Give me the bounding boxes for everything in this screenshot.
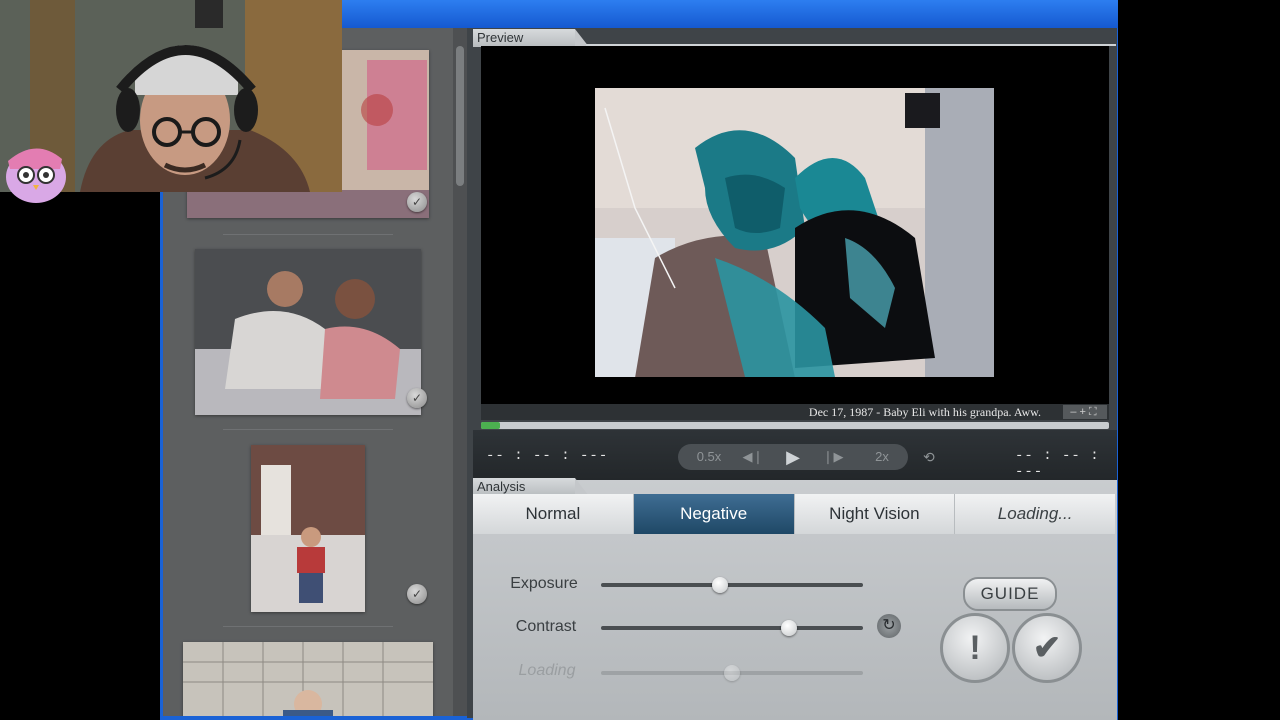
time-current: -- : -- : ---: [486, 448, 609, 464]
contrast-slider-knob[interactable]: [780, 620, 797, 636]
loading-slider-knob: [724, 665, 740, 681]
analysis-mode-tabs: Normal Negative Night Vision Loading...: [473, 494, 1115, 534]
mode-tab-loading: Loading...: [997, 504, 1073, 523]
time-total: -- : -- : ---: [1015, 448, 1100, 480]
photo-thumbnail-2[interactable]: [195, 249, 421, 415]
mode-tab-night-vision[interactable]: Night Vision: [795, 494, 956, 534]
divider: [223, 429, 393, 430]
photo-caption: Dec 17, 1987 - Baby Eli with his grandpa…: [808, 405, 1041, 419]
mode-tab-negative[interactable]: Negative: [633, 494, 795, 534]
selected-check-icon[interactable]: ✓: [407, 584, 427, 604]
exposure-slider-knob[interactable]: [711, 577, 728, 593]
scrollbar-thumb[interactable]: [456, 46, 464, 186]
loop-icon[interactable]: ⟲: [923, 444, 939, 470]
playback-controls: 0.5x ◀❘ ▶ ❘▶ 2x: [678, 444, 908, 470]
step-back-icon[interactable]: ◀❘: [740, 444, 766, 470]
exposure-slider[interactable]: [601, 577, 863, 593]
selected-check-icon[interactable]: ✓: [407, 192, 427, 212]
transport-bar: -- : -- : --- 0.5x ◀❘ ▶ ❘▶ 2x ⟲ -- : -- …: [473, 430, 1117, 480]
photo-thumbnail-3[interactable]: [251, 445, 365, 612]
photo-thumbnail-4[interactable]: [183, 642, 433, 716]
loading-slider: [601, 665, 863, 681]
caption-bar: Dec 17, 1987 - Baby Eli with his grandpa…: [481, 404, 1109, 420]
step-forward-icon[interactable]: ❘▶: [820, 444, 846, 470]
guide-button[interactable]: GUIDE: [963, 577, 1057, 611]
preview-section-tab: Preview: [473, 29, 589, 47]
selected-check-icon[interactable]: ✓: [407, 388, 427, 408]
contrast-label: Contrast: [515, 618, 577, 635]
playback-progress-bar[interactable]: [481, 422, 1109, 429]
mode-tab-normal[interactable]: Normal: [473, 494, 634, 534]
loading-label: Loading: [518, 662, 576, 679]
checkmark-icon[interactable]: ✔: [1012, 613, 1082, 683]
photo-list-scrollbar[interactable]: [453, 28, 467, 716]
contrast-slider[interactable]: [601, 620, 863, 636]
preview-photo-negative: [595, 88, 994, 377]
speed-slow-button[interactable]: 0.5x: [684, 444, 734, 470]
speed-fast-button[interactable]: 2x: [862, 444, 902, 470]
zoom-controls[interactable]: –+⛶: [1063, 405, 1107, 419]
divider: [223, 626, 393, 627]
exposure-label: Exposure: [510, 575, 578, 592]
progress-fill: [481, 422, 500, 429]
exclamation-icon[interactable]: !: [940, 613, 1010, 683]
reset-icon[interactable]: ↻: [877, 614, 901, 638]
owl-mascot-icon: [0, 135, 72, 207]
divider: [223, 234, 393, 235]
play-icon[interactable]: ▶: [778, 444, 808, 470]
